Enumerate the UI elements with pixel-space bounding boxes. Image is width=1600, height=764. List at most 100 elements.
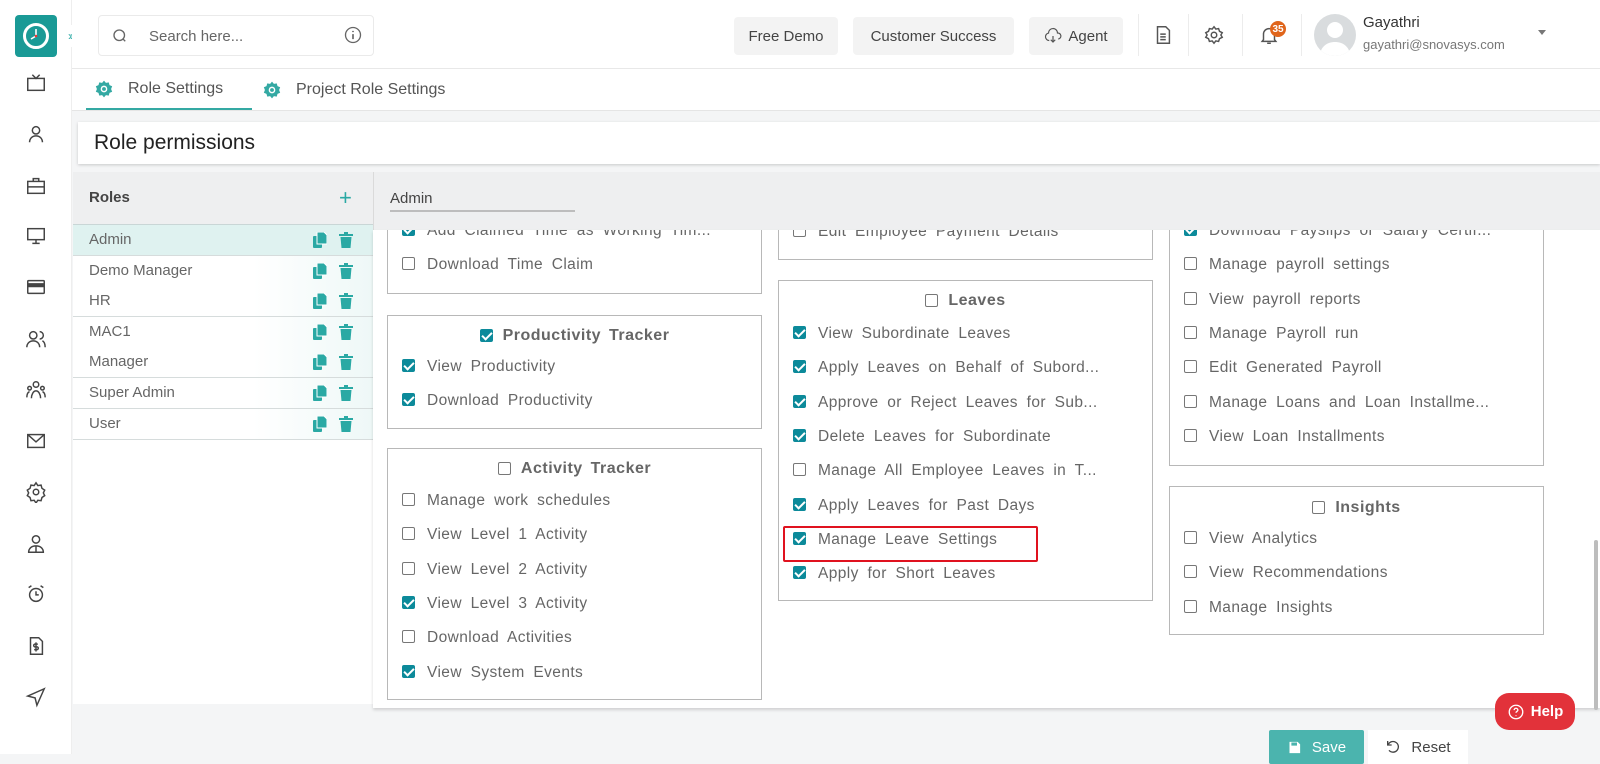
- checkbox[interactable]: [793, 326, 806, 339]
- checkbox[interactable]: [793, 463, 806, 477]
- permission-item[interactable]: Apply for Short Leaves: [793, 565, 996, 583]
- tab-project-role-settings[interactable]: Project Role Settings: [262, 69, 445, 110]
- tv-icon[interactable]: [22, 69, 50, 97]
- agent-button[interactable]: Agent: [1029, 17, 1123, 55]
- checkbox[interactable]: [402, 230, 415, 236]
- users-icon[interactable]: [22, 325, 50, 353]
- checkbox[interactable]: [402, 561, 415, 575]
- copy-icon[interactable]: [313, 415, 327, 432]
- checkbox[interactable]: [793, 531, 806, 545]
- group-title[interactable]: Leaves: [779, 292, 1152, 310]
- user-icon[interactable]: [22, 120, 50, 148]
- permission-item[interactable]: View Level 1 Activity: [402, 526, 588, 544]
- permission-item[interactable]: Manage Payroll run: [1184, 325, 1359, 343]
- delete-icon[interactable]: [339, 262, 353, 279]
- permission-item[interactable]: Edit Employee Payment Details: [793, 230, 1059, 241]
- permission-item[interactable]: Download Productivity: [402, 392, 593, 410]
- card-icon[interactable]: [22, 273, 50, 301]
- checkbox[interactable]: [1184, 230, 1197, 236]
- permission-item[interactable]: Manage All Employee Leaves in T...: [793, 462, 1097, 480]
- employee-icon[interactable]: [22, 530, 50, 558]
- permission-item[interactable]: Apply Leaves on Behalf of Subord...: [793, 359, 1099, 377]
- checkbox[interactable]: [793, 566, 806, 580]
- checkbox[interactable]: [402, 493, 415, 506]
- permission-item[interactable]: Manage Insights: [1184, 599, 1333, 617]
- checkbox[interactable]: [402, 257, 415, 271]
- user-menu-dropdown-icon[interactable]: [1538, 30, 1546, 35]
- add-role-button[interactable]: +: [339, 185, 352, 211]
- group-title[interactable]: Activity Tracker: [388, 460, 761, 478]
- app-logo[interactable]: [15, 15, 57, 57]
- permission-item[interactable]: Manage payroll settings: [1184, 256, 1390, 274]
- checkbox[interactable]: [402, 393, 415, 407]
- checkbox[interactable]: [793, 428, 806, 442]
- monitor-icon[interactable]: [22, 222, 50, 250]
- checkbox[interactable]: [402, 630, 415, 644]
- checkbox[interactable]: [1184, 291, 1197, 305]
- permission-item[interactable]: Delete Leaves for Subordinate: [793, 428, 1051, 446]
- checkbox[interactable]: [479, 329, 493, 342]
- group-title[interactable]: Productivity Tracker: [388, 327, 761, 345]
- scrollbar[interactable]: [1594, 540, 1598, 710]
- delete-icon[interactable]: [339, 385, 353, 401]
- permission-item[interactable]: View Level 3 Activity: [402, 595, 588, 613]
- settings-icon[interactable]: [22, 478, 50, 506]
- role-row[interactable]: MAC1: [73, 316, 373, 348]
- free-demo-button[interactable]: Free Demo: [734, 17, 838, 55]
- group-title[interactable]: Insights: [1170, 499, 1543, 517]
- delete-icon[interactable]: [339, 293, 353, 310]
- permission-item[interactable]: View Productivity: [402, 358, 556, 376]
- copy-icon[interactable]: [313, 385, 327, 401]
- checkbox[interactable]: [793, 360, 806, 374]
- checkbox[interactable]: [793, 394, 806, 408]
- role-row[interactable]: Admin: [73, 225, 373, 256]
- reset-button[interactable]: Reset: [1368, 730, 1468, 764]
- document-icon[interactable]: [1150, 22, 1176, 48]
- copy-icon[interactable]: [313, 232, 327, 248]
- checkbox[interactable]: [925, 294, 939, 307]
- permission-item[interactable]: Download Payslips or Salary Certif...: [1184, 230, 1491, 240]
- copy-icon[interactable]: [313, 262, 327, 279]
- checkbox[interactable]: [1184, 325, 1197, 339]
- alarm-clock-icon[interactable]: [22, 580, 50, 608]
- team-icon[interactable]: [22, 376, 50, 404]
- checkbox[interactable]: [1184, 531, 1197, 544]
- delete-icon[interactable]: [339, 323, 353, 340]
- checkbox[interactable]: [497, 462, 511, 475]
- role-name-input[interactable]: [390, 186, 575, 212]
- permission-item[interactable]: View payroll reports: [1184, 291, 1361, 309]
- checkbox[interactable]: [402, 359, 415, 372]
- mail-icon[interactable]: [22, 427, 50, 455]
- customer-success-button[interactable]: Customer Success: [853, 17, 1014, 55]
- save-button[interactable]: Save: [1269, 730, 1364, 764]
- role-row[interactable]: Demo Manager: [73, 255, 373, 287]
- permission-item[interactable]: Download Activities: [402, 629, 572, 647]
- tab-role-settings[interactable]: Role Settings: [86, 69, 252, 110]
- checkbox[interactable]: [1184, 360, 1197, 374]
- permission-item[interactable]: View Analytics: [1184, 530, 1317, 548]
- copy-icon[interactable]: [313, 354, 327, 371]
- delete-icon[interactable]: [339, 232, 353, 248]
- delete-icon[interactable]: [339, 354, 353, 371]
- checkbox[interactable]: [402, 527, 415, 541]
- delete-icon[interactable]: [339, 415, 353, 432]
- permission-item[interactable]: View Subordinate Leaves: [793, 325, 1011, 343]
- avatar[interactable]: [1314, 14, 1356, 56]
- checkbox[interactable]: [1184, 428, 1197, 442]
- checkbox[interactable]: [1184, 394, 1197, 408]
- permission-item[interactable]: Add Claimed Time as Working Tim...: [402, 230, 711, 240]
- role-row[interactable]: Super Admin: [73, 378, 373, 409]
- invoice-icon[interactable]: [22, 632, 50, 660]
- permission-item[interactable]: View System Events: [402, 664, 583, 682]
- permission-item[interactable]: View Recommendations: [1184, 564, 1388, 582]
- permission-item[interactable]: View Level 2 Activity: [402, 561, 588, 579]
- permissions-panel[interactable]: Add Claimed Time as Working Tim... Downlo…: [373, 230, 1600, 708]
- copy-icon[interactable]: [313, 323, 327, 340]
- checkbox[interactable]: [1184, 565, 1197, 579]
- checkbox[interactable]: [402, 664, 415, 678]
- checkbox[interactable]: [1184, 599, 1197, 613]
- copy-icon[interactable]: [313, 293, 327, 310]
- role-row[interactable]: HR: [73, 286, 373, 318]
- permission-item[interactable]: Apply Leaves for Past Days: [793, 497, 1035, 515]
- checkbox[interactable]: [1312, 501, 1326, 514]
